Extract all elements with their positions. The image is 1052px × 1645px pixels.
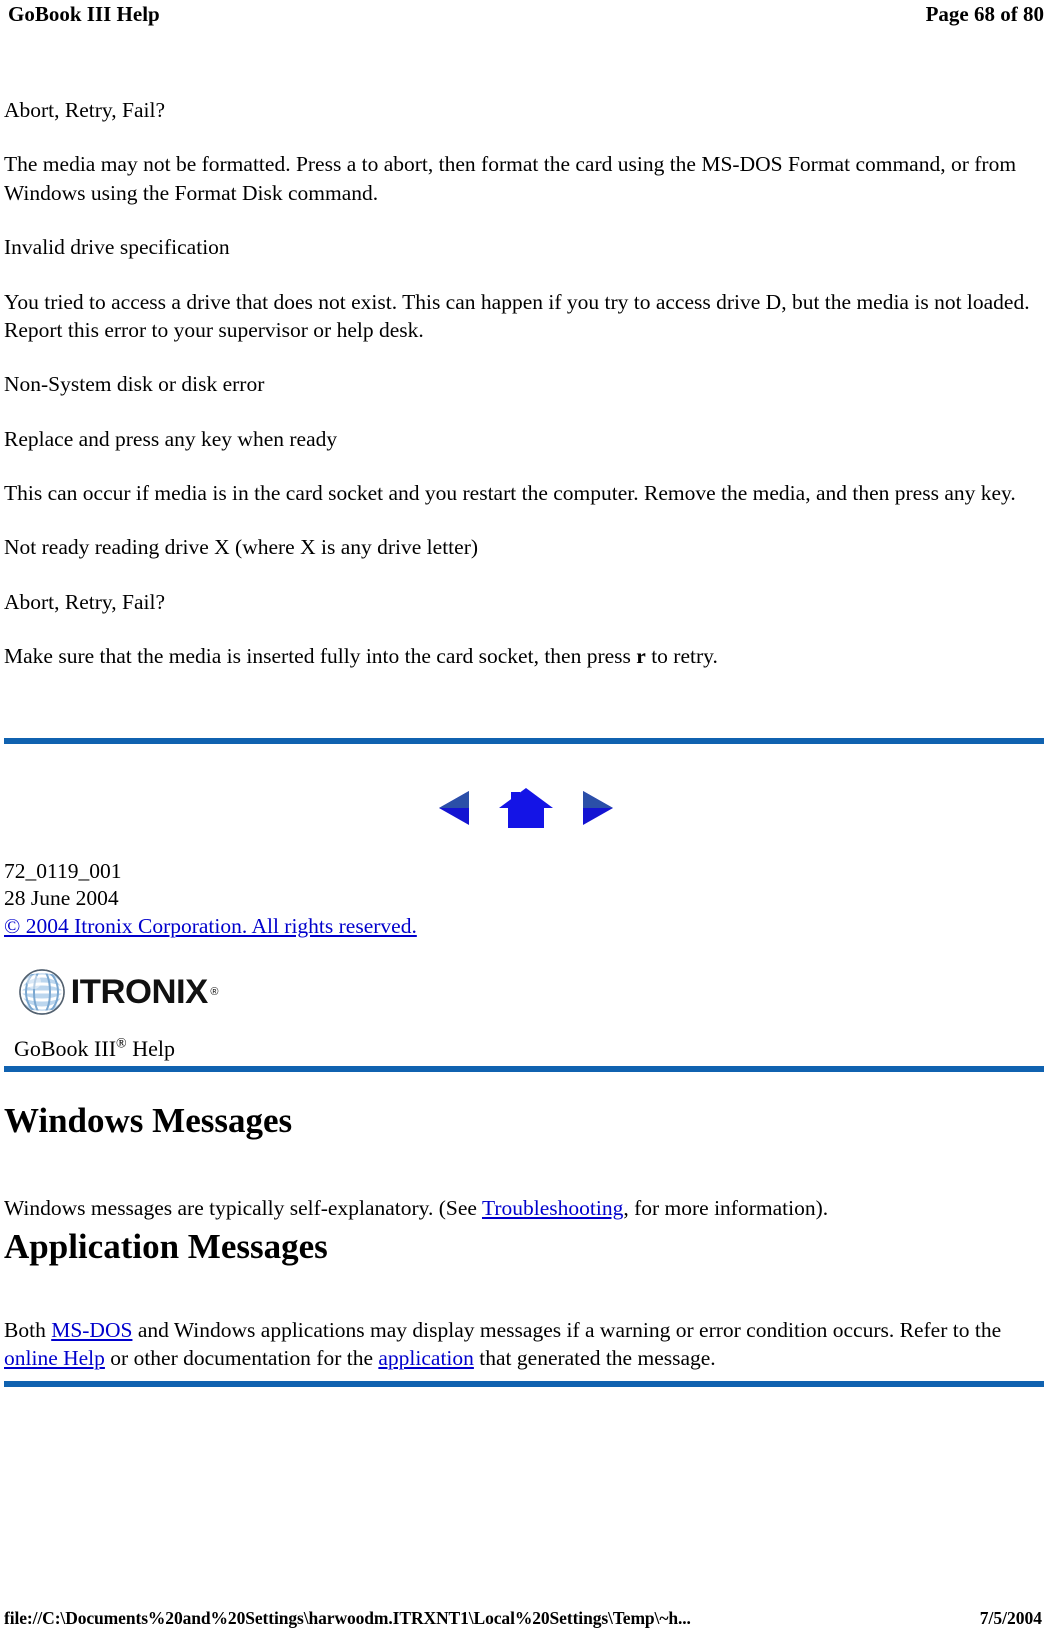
document-header: GoBook III Help Page 68 of 80 xyxy=(0,0,1052,34)
copyright-link[interactable]: © 2004 Itronix Corporation. All rights r… xyxy=(4,913,417,940)
heading-windows-messages: Windows Messages xyxy=(4,1101,293,1140)
print-footer-date: 7/5/2004 xyxy=(979,1608,1042,1628)
main-content: Abort, Retry, Fail? The media may not be… xyxy=(4,96,1044,697)
navigation-bar xyxy=(0,786,1052,830)
home-house-icon[interactable] xyxy=(497,786,555,830)
application-seg3: or other documentation for the xyxy=(104,1345,379,1370)
itronix-logo: ITRONIX ® xyxy=(16,966,219,1018)
forward-triangle-icon[interactable] xyxy=(581,789,615,827)
application-seg4: that generated the message. xyxy=(473,1345,716,1370)
header-title: GoBook III Help xyxy=(8,2,160,26)
registered-trademark-mark: ® xyxy=(210,986,219,998)
document-part-number: 72_0119_001 xyxy=(4,859,122,883)
paragraph-media-not-formatted: The media may not be formatted. Press a … xyxy=(4,152,1017,205)
paragraph-application-messages: Both MS-DOS and Windows applications may… xyxy=(4,1316,1048,1373)
link-troubleshooting[interactable]: Troubleshooting xyxy=(482,1196,623,1220)
retry-text-before: Make sure that the media is inserted ful… xyxy=(4,644,637,669)
itronix-globe-icon xyxy=(16,966,68,1018)
paragraph-replace-press-any-key: Replace and press any key when ready xyxy=(4,426,338,451)
windows-text-before: Windows messages are typically self-expl… xyxy=(4,1195,482,1220)
paragraph-insert-media-retry: Make sure that the media is inserted ful… xyxy=(4,642,1044,670)
windows-text-after: , for more information). xyxy=(623,1195,829,1220)
document-identification: 72_0119_001 28 June 2004 © 2004 Itronix … xyxy=(4,858,417,940)
banner-registered-mark: ® xyxy=(116,1036,127,1052)
banner-product-name: GoBook III xyxy=(14,1036,117,1061)
banner-suffix: Help xyxy=(126,1036,175,1061)
link-application[interactable]: application xyxy=(378,1346,474,1370)
paragraph-abort-retry-fail-1: Abort, Retry, Fail? xyxy=(4,98,166,122)
header-page-number: Page 68 of 80 xyxy=(925,2,1044,26)
paragraph-non-system-disk: Non-System disk or disk error xyxy=(4,372,265,397)
back-triangle-icon[interactable] xyxy=(437,789,471,827)
print-footer: file://C:\Documents%20and%20Settings\har… xyxy=(4,1608,1044,1629)
paragraph-invalid-drive-specification: Invalid drive specification xyxy=(4,235,230,260)
link-ms-dos[interactable]: MS-DOS xyxy=(51,1318,132,1342)
paragraph-not-ready-reading-drive: Not ready reading drive X (where X is an… xyxy=(4,535,479,560)
help-page: GoBook III Help Page 68 of 80 Abort, Ret… xyxy=(0,0,1052,1645)
banner-product-title: GoBook III® Help xyxy=(14,1036,175,1062)
horizontal-rule-top xyxy=(4,738,1044,744)
paragraph-windows-messages: Windows messages are typically self-expl… xyxy=(4,1194,1044,1222)
paragraph-drive-does-not-exist: You tried to access a drive that does no… xyxy=(4,289,1030,342)
horizontal-rule-bottom xyxy=(4,1381,1044,1387)
paragraph-media-in-card-socket: This can occur if media is in the card s… xyxy=(4,481,1016,505)
print-footer-file-path: file://C:\Documents%20and%20Settings\har… xyxy=(4,1608,691,1628)
document-date: 28 June 2004 xyxy=(4,886,119,911)
retry-key-literal: r xyxy=(636,644,646,669)
horizontal-rule-banner xyxy=(4,1066,1044,1072)
link-online-help[interactable]: online Help xyxy=(4,1346,105,1370)
retry-text-after: to retry. xyxy=(645,644,718,669)
heading-application-messages: Application Messages xyxy=(4,1227,328,1266)
itronix-wordmark: ITRONIX xyxy=(70,972,209,1011)
paragraph-abort-retry-fail-2: Abort, Retry, Fail? xyxy=(4,589,166,614)
application-seg1: Both xyxy=(4,1317,52,1342)
application-seg2: and Windows applications may display mes… xyxy=(132,1317,1002,1342)
